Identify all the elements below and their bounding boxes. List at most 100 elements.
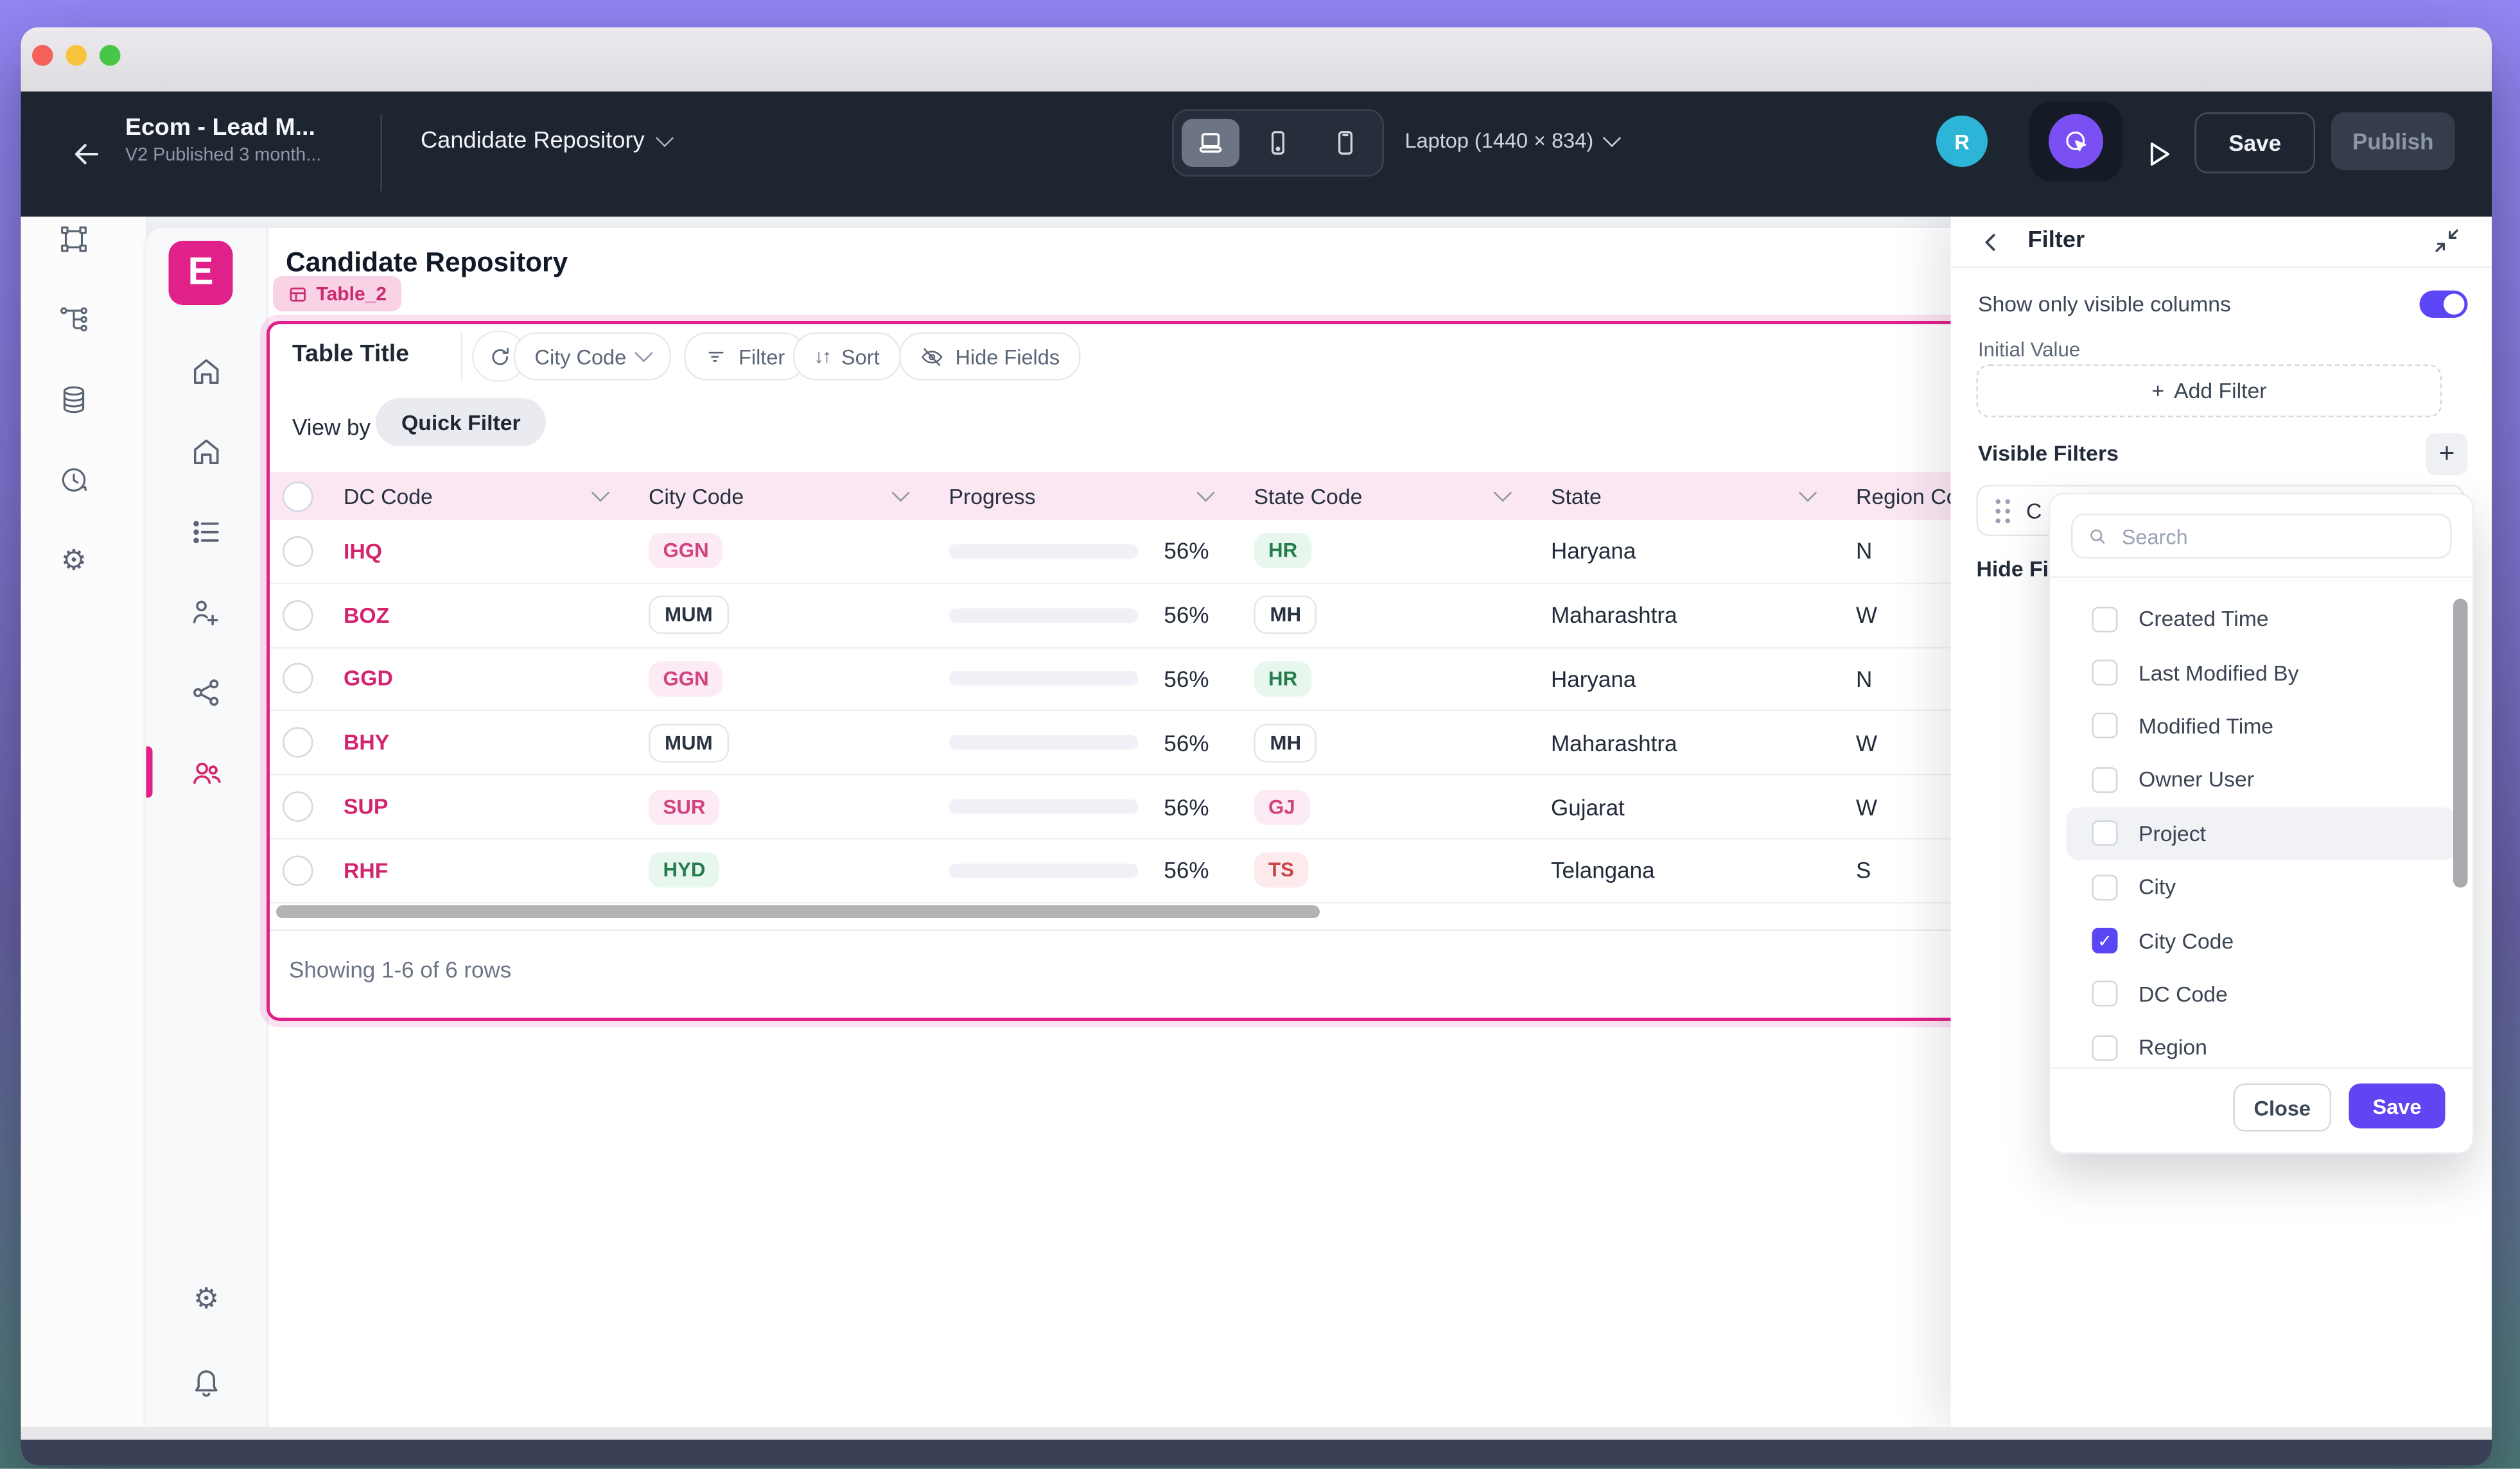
- select-all-checkbox[interactable]: [283, 481, 313, 512]
- checkbox[interactable]: ✓: [2092, 928, 2118, 953]
- checkbox[interactable]: [2092, 606, 2118, 632]
- add-visible-filter-button[interactable]: +: [2426, 433, 2468, 475]
- dropdown-save-button[interactable]: Save: [2349, 1084, 2446, 1129]
- chevron-down-icon[interactable]: [1494, 483, 1512, 501]
- quick-filter-chip[interactable]: Quick Filter: [376, 398, 547, 446]
- filter-option-label: City: [2139, 875, 2176, 900]
- preview-play-button[interactable]: [2140, 137, 2176, 172]
- filter-option-row[interactable]: City: [2067, 860, 2457, 914]
- page-selector[interactable]: Candidate Repository: [421, 128, 672, 154]
- interact-mode-button[interactable]: [2029, 101, 2122, 182]
- widget-tag[interactable]: Table_2: [273, 276, 401, 311]
- filter-option-row[interactable]: ✓ City Code: [2067, 914, 2457, 967]
- table-row[interactable]: GGD GGN 56% HR Haryana N: [270, 648, 2142, 711]
- row-checkbox[interactable]: [283, 664, 313, 695]
- save-button[interactable]: Save: [2195, 112, 2316, 173]
- chevron-down-icon[interactable]: [1799, 483, 1817, 501]
- filter-option-row[interactable]: DC Code: [2067, 968, 2457, 1021]
- panel-back-icon[interactable]: [1977, 228, 2006, 257]
- row-checkbox[interactable]: [283, 536, 313, 567]
- filter-option-row[interactable]: Created Time: [2067, 593, 2457, 646]
- column-quick-button[interactable]: City Code: [514, 333, 671, 381]
- users-icon[interactable]: [189, 756, 223, 790]
- close-window-button[interactable]: [32, 45, 53, 66]
- flow-tree-icon[interactable]: [58, 304, 90, 336]
- checkbox[interactable]: [2092, 982, 2118, 1007]
- row-checkbox[interactable]: [283, 792, 313, 822]
- filter-option-row[interactable]: Owner User: [2067, 753, 2457, 806]
- table-row[interactable]: BOZ MUM 56% MH Maharashtra W: [270, 584, 2142, 647]
- dropdown-scrollbar[interactable]: [2453, 599, 2468, 888]
- settings-gear-icon[interactable]: ⚙: [189, 1283, 223, 1317]
- filter-option-row[interactable]: Region: [2067, 1021, 2457, 1067]
- checkbox[interactable]: [2092, 660, 2118, 686]
- add-filter-button[interactable]: + Add Filter: [1977, 365, 2442, 418]
- back-icon[interactable]: [69, 137, 105, 172]
- home-icon[interactable]: [189, 355, 223, 389]
- publish-button[interactable]: Publish: [2331, 112, 2455, 170]
- share-icon[interactable]: [189, 676, 223, 710]
- checkbox[interactable]: [2092, 874, 2118, 900]
- drag-handle-icon[interactable]: [1996, 498, 2011, 523]
- filter-option-row[interactable]: Last Modified By: [2067, 646, 2457, 699]
- search-field[interactable]: [2071, 514, 2452, 559]
- checkbox[interactable]: [2092, 767, 2118, 793]
- column-header[interactable]: State: [1532, 472, 1837, 520]
- row-checkbox[interactable]: [283, 855, 313, 886]
- chevron-down-icon[interactable]: [1196, 483, 1214, 501]
- column-header[interactable]: City Code: [629, 472, 930, 520]
- chevron-down-icon[interactable]: [891, 483, 909, 501]
- column-header[interactable]: Progress: [930, 472, 1235, 520]
- maximize-window-button[interactable]: [100, 45, 121, 66]
- hide-fields-button[interactable]: Hide Fields: [899, 333, 1081, 381]
- column-header[interactable]: State Code: [1235, 472, 1532, 520]
- state-cell: Maharashtra: [1532, 730, 1837, 756]
- column-header[interactable]: DC Code: [324, 472, 629, 520]
- visible-columns-toggle[interactable]: [2420, 291, 2468, 318]
- bell-icon[interactable]: [189, 1364, 223, 1398]
- minimize-window-button[interactable]: [66, 45, 87, 66]
- table-row[interactable]: RHF HYD 56% TS Telangana S: [270, 839, 2142, 903]
- play-icon: [2140, 137, 2176, 172]
- device-phone-button[interactable]: [1249, 119, 1307, 167]
- table-widget[interactable]: Table Title City Code Filter: [267, 321, 2145, 1021]
- row-checkbox[interactable]: [283, 600, 313, 630]
- state-cell: Telangana: [1532, 858, 1837, 883]
- search-icon: [2087, 525, 2107, 548]
- table-row[interactable]: BHY MUM 56% MH Maharashtra W: [270, 711, 2142, 775]
- app-title-block[interactable]: Ecom - Lead M... V2 Published 3 month...: [125, 114, 321, 166]
- filter-option-label: Region: [2139, 1036, 2207, 1060]
- device-laptop-button[interactable]: [1182, 119, 1239, 167]
- device-size-dropdown[interactable]: Laptop (1440 × 834): [1405, 128, 1620, 153]
- collapse-panel-icon[interactable]: [2433, 227, 2462, 256]
- table-row[interactable]: SUP SUR 56% GJ Gujarat W: [270, 776, 2142, 839]
- checkbox[interactable]: [2092, 821, 2118, 846]
- filter-option-row[interactable]: Modified Time: [2067, 699, 2457, 752]
- window-titlebar: [21, 28, 2492, 94]
- close-button[interactable]: Close: [2234, 1084, 2332, 1132]
- device-tablet-button[interactable]: [1317, 119, 1374, 167]
- database-icon[interactable]: [58, 384, 90, 416]
- home-icon[interactable]: [189, 435, 223, 469]
- sort-button[interactable]: ↓↑ Sort: [793, 333, 900, 381]
- chevron-down-icon[interactable]: [591, 483, 609, 501]
- app-title: Ecom - Lead M...: [125, 114, 321, 142]
- filter-option-row[interactable]: Project: [2067, 806, 2457, 860]
- row-checkbox[interactable]: [283, 727, 313, 758]
- horizontal-scrollbar[interactable]: [276, 905, 1320, 918]
- history-icon[interactable]: [58, 464, 90, 496]
- settings-gear-icon[interactable]: ⚙: [58, 544, 90, 577]
- search-input[interactable]: [2119, 523, 2436, 550]
- list-icon[interactable]: [189, 516, 223, 550]
- canvas-frame-icon[interactable]: [58, 223, 90, 256]
- table-row[interactable]: IHQ GGN 56% HR Haryana N: [270, 520, 2142, 584]
- filter-panel: Filter Show only visible columns Initial…: [1951, 217, 2492, 1427]
- dc-code-cell: IHQ: [324, 539, 629, 564]
- filter-button[interactable]: Filter: [684, 333, 806, 381]
- avatar[interactable]: R: [1936, 116, 1988, 167]
- checkbox[interactable]: [2092, 1035, 2118, 1061]
- checkbox[interactable]: [2092, 713, 2118, 739]
- city-code-badge: HYD: [649, 853, 720, 888]
- user-plus-icon[interactable]: [189, 596, 223, 630]
- app-logo[interactable]: E: [169, 241, 233, 305]
